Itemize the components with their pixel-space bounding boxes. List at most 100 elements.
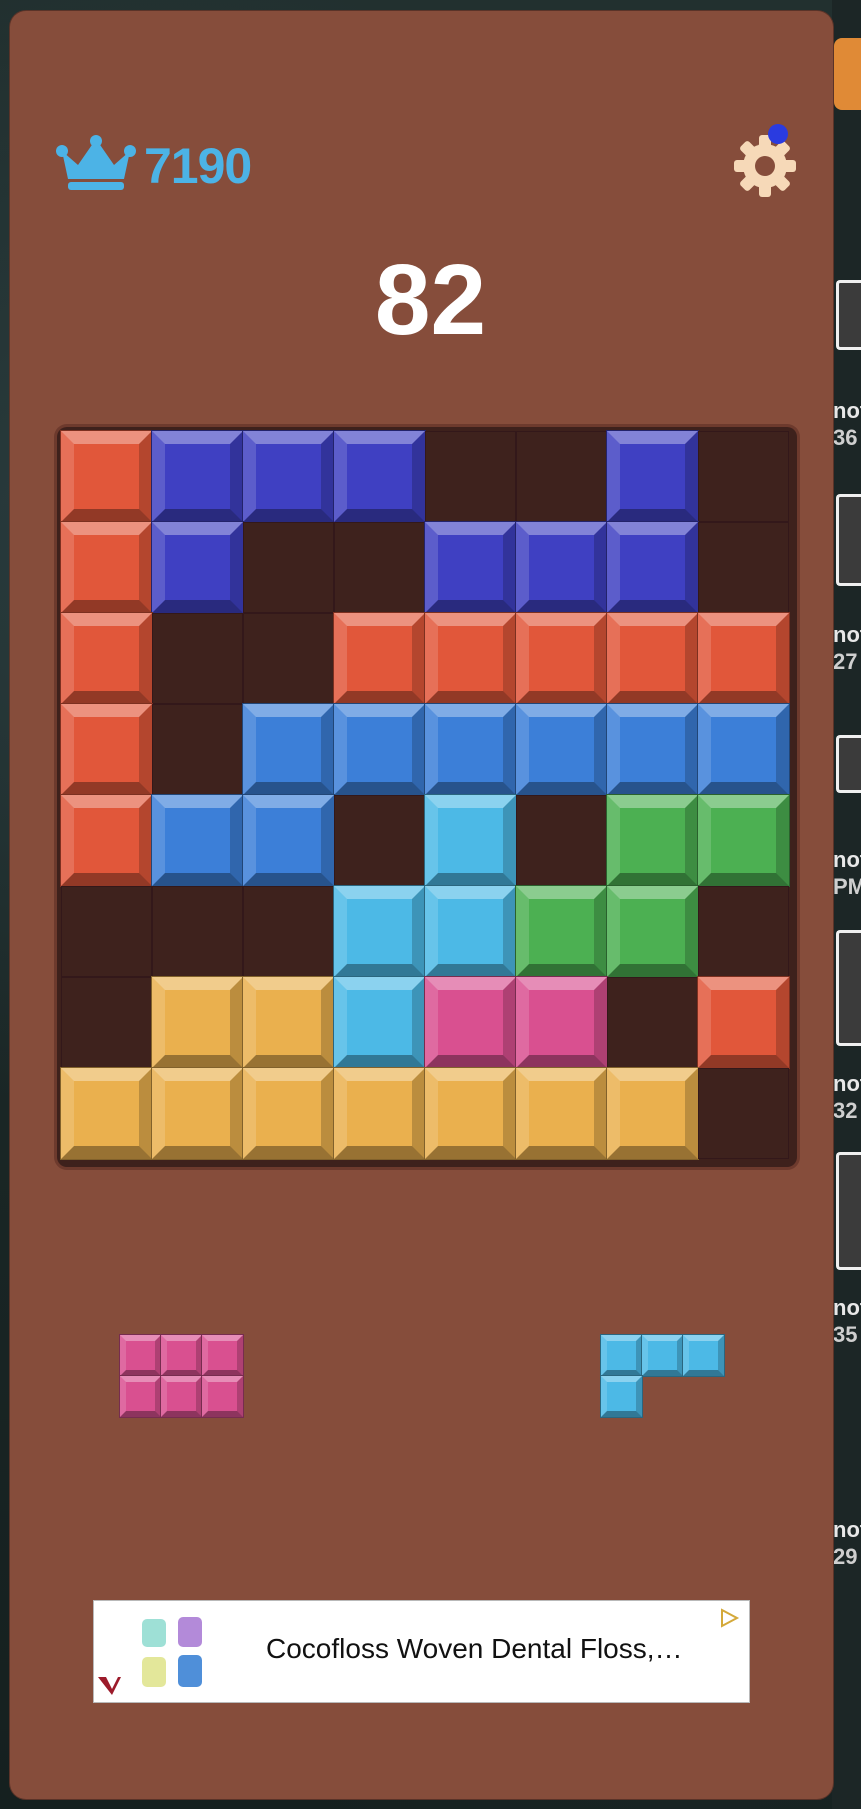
yellow-block	[243, 977, 334, 1068]
navy-block	[425, 522, 516, 613]
blue-block	[243, 704, 334, 795]
red-block	[516, 613, 607, 704]
fragment-text: not	[833, 847, 861, 872]
fragment-subtext: 27	[833, 649, 858, 674]
blue-block	[334, 704, 425, 795]
pink-piece-block	[161, 1335, 202, 1376]
empty-cell[interactable]	[152, 886, 243, 977]
fragment-subtext: 36	[833, 425, 858, 450]
red-block	[425, 613, 516, 704]
red-block	[61, 613, 152, 704]
blue-block	[607, 704, 698, 795]
current-score: 82	[374, 244, 487, 356]
yellow-block	[152, 1068, 243, 1159]
cyan-block	[425, 795, 516, 886]
pink-piece-block	[202, 1376, 243, 1417]
empty-cell[interactable]	[334, 522, 425, 613]
game-window: 7190 82 Cocofloss Woven Dental Floss,…	[10, 11, 833, 1799]
fragment-text: not	[833, 1295, 861, 1320]
empty-cell[interactable]	[152, 704, 243, 795]
background-thumbnail[interactable]	[836, 1152, 861, 1270]
gear-icon[interactable]	[732, 133, 798, 199]
background-list-item[interactable]: not 35	[833, 1294, 861, 1348]
green-block	[516, 886, 607, 977]
green-block	[607, 886, 698, 977]
product-image	[142, 1617, 202, 1687]
empty-cell[interactable]	[61, 977, 152, 1068]
red-block	[698, 613, 789, 704]
yellow-block	[516, 1068, 607, 1159]
blue-block	[425, 704, 516, 795]
blue-block	[516, 704, 607, 795]
navy-block	[607, 522, 698, 613]
yellow-block	[334, 1068, 425, 1159]
empty-cell[interactable]	[698, 1068, 789, 1159]
red-block	[334, 613, 425, 704]
yellow-block	[61, 1068, 152, 1159]
background-list-item[interactable]: not 36	[833, 397, 861, 451]
background-list-item[interactable]: not 27	[833, 621, 861, 675]
red-block	[61, 522, 152, 613]
empty-cell[interactable]	[698, 431, 789, 522]
fragment-text: not	[833, 622, 861, 647]
cyan-piece-block	[601, 1376, 642, 1417]
cyan-block	[425, 886, 516, 977]
empty-cell[interactable]	[243, 613, 334, 704]
advertiser-logo	[98, 1677, 121, 1695]
yellow-block	[607, 1068, 698, 1159]
navy-block	[516, 522, 607, 613]
red-block	[61, 704, 152, 795]
pink-block	[516, 977, 607, 1068]
empty-cell[interactable]	[607, 977, 698, 1068]
navy-block	[334, 431, 425, 522]
navy-block	[607, 431, 698, 522]
empty-cell[interactable]	[334, 795, 425, 886]
pink-piece-block	[120, 1376, 161, 1417]
background-list-item[interactable]: not 29	[833, 1516, 861, 1570]
background-tab[interactable]	[834, 38, 861, 110]
ad-choices-icon[interactable]	[718, 1607, 740, 1629]
red-block	[61, 795, 152, 886]
empty-cell[interactable]	[698, 522, 789, 613]
notification-dot	[768, 124, 788, 144]
ad-headline[interactable]: Cocofloss Woven Dental Floss,…	[266, 1633, 683, 1665]
cyan-piece-block	[601, 1335, 642, 1376]
pink-piece-block	[202, 1335, 243, 1376]
fragment-subtext: 29	[833, 1544, 858, 1569]
red-block	[61, 431, 152, 522]
empty-cell[interactable]	[425, 431, 516, 522]
ad-banner[interactable]: Cocofloss Woven Dental Floss,…	[94, 1601, 749, 1702]
navy-block	[243, 431, 334, 522]
yellow-block	[243, 1068, 334, 1159]
fragment-text: not	[833, 398, 861, 423]
empty-cell[interactable]	[516, 431, 607, 522]
empty-cell[interactable]	[698, 886, 789, 977]
best-score: 7190	[144, 138, 252, 194]
blue-block	[698, 704, 789, 795]
game-board[interactable]	[57, 427, 797, 1167]
blue-block	[243, 795, 334, 886]
empty-cell[interactable]	[61, 886, 152, 977]
pink-block	[425, 977, 516, 1068]
background-list-item[interactable]: not 32	[833, 1070, 861, 1124]
fragment-text: not	[833, 1517, 861, 1542]
fragment-subtext: 35	[833, 1322, 858, 1347]
background-thumbnail[interactable]	[836, 735, 861, 793]
empty-cell[interactable]	[243, 522, 334, 613]
cyan-block	[334, 886, 425, 977]
background-list-item[interactable]: not PM	[833, 846, 861, 900]
green-block	[698, 795, 789, 886]
cyan-piece-block	[642, 1335, 683, 1376]
empty-cell[interactable]	[516, 795, 607, 886]
fragment-subtext: 32	[833, 1098, 858, 1123]
cyan-piece-block	[683, 1335, 724, 1376]
red-block	[698, 977, 789, 1068]
background-thumbnail[interactable]	[836, 930, 861, 1046]
empty-cell[interactable]	[243, 886, 334, 977]
fragment-text: not	[833, 1071, 861, 1096]
red-block	[607, 613, 698, 704]
crown-icon	[56, 135, 136, 190]
empty-cell[interactable]	[152, 613, 243, 704]
navy-block	[152, 431, 243, 522]
background-thumbnail[interactable]	[836, 494, 861, 586]
